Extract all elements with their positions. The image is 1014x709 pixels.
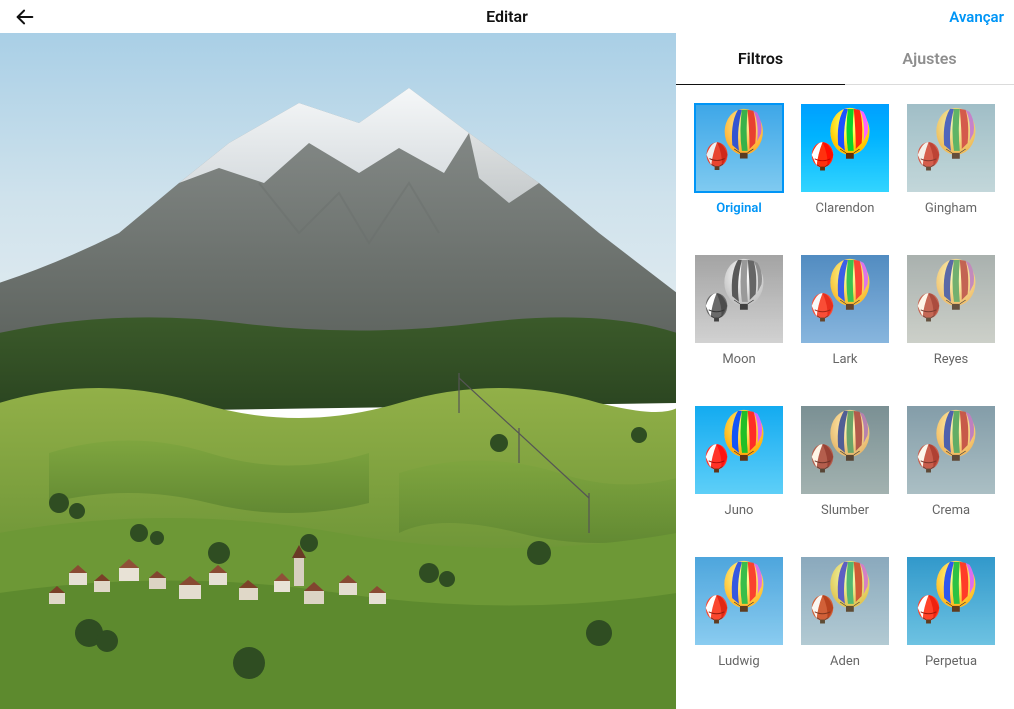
image-preview bbox=[0, 33, 676, 709]
filter-label: Moon bbox=[722, 352, 755, 367]
filter-thumb bbox=[906, 556, 996, 646]
filter-sidebar: Filtros Ajustes bbox=[676, 33, 1014, 709]
filter-item-gingham[interactable]: Gingham bbox=[906, 103, 996, 238]
filter-item-juno[interactable]: Juno bbox=[694, 405, 784, 540]
filter-label: Aden bbox=[830, 654, 860, 669]
filter-item-slumber[interactable]: Slumber bbox=[800, 405, 890, 540]
filter-item-moon[interactable]: Moon bbox=[694, 254, 784, 389]
arrow-left-icon bbox=[14, 6, 36, 28]
filter-item-perpetua[interactable]: Perpetua bbox=[906, 556, 996, 691]
filter-label: Perpetua bbox=[925, 654, 977, 669]
filter-thumb bbox=[694, 103, 784, 193]
filter-item-lark[interactable]: Lark bbox=[800, 254, 890, 389]
filter-thumb bbox=[906, 103, 996, 193]
filter-thumb bbox=[694, 556, 784, 646]
filter-item-aden[interactable]: Aden bbox=[800, 556, 890, 691]
tab-filters[interactable]: Filtros bbox=[676, 33, 845, 85]
filter-thumb bbox=[800, 405, 890, 495]
filter-thumb bbox=[906, 405, 996, 495]
filter-thumb bbox=[906, 254, 996, 344]
filter-label: Original bbox=[716, 201, 761, 216]
filter-label: Gingham bbox=[925, 201, 977, 216]
filter-item-clarendon[interactable]: Clarendon bbox=[800, 103, 890, 238]
filter-thumb bbox=[800, 103, 890, 193]
filter-item-ludwig[interactable]: Ludwig bbox=[694, 556, 784, 691]
advance-button[interactable]: Avançar bbox=[949, 8, 1004, 26]
filter-label: Lark bbox=[832, 352, 857, 367]
filter-thumb bbox=[694, 405, 784, 495]
tab-adjustments[interactable]: Ajustes bbox=[845, 33, 1014, 85]
filter-label: Clarendon bbox=[816, 201, 875, 216]
filter-item-reyes[interactable]: Reyes bbox=[906, 254, 996, 389]
filter-label: Ludwig bbox=[718, 654, 759, 669]
filter-item-crema[interactable]: Crema bbox=[906, 405, 996, 540]
filter-label: Slumber bbox=[821, 503, 869, 518]
filter-label: Reyes bbox=[934, 352, 969, 367]
filter-label: Juno bbox=[725, 503, 754, 518]
back-button[interactable] bbox=[10, 2, 40, 32]
filter-thumb bbox=[800, 556, 890, 646]
filter-item-original[interactable]: Original bbox=[694, 103, 784, 238]
filter-label: Crema bbox=[932, 503, 970, 518]
filter-thumb bbox=[694, 254, 784, 344]
page-title: Editar bbox=[486, 7, 528, 26]
filter-thumb bbox=[800, 254, 890, 344]
